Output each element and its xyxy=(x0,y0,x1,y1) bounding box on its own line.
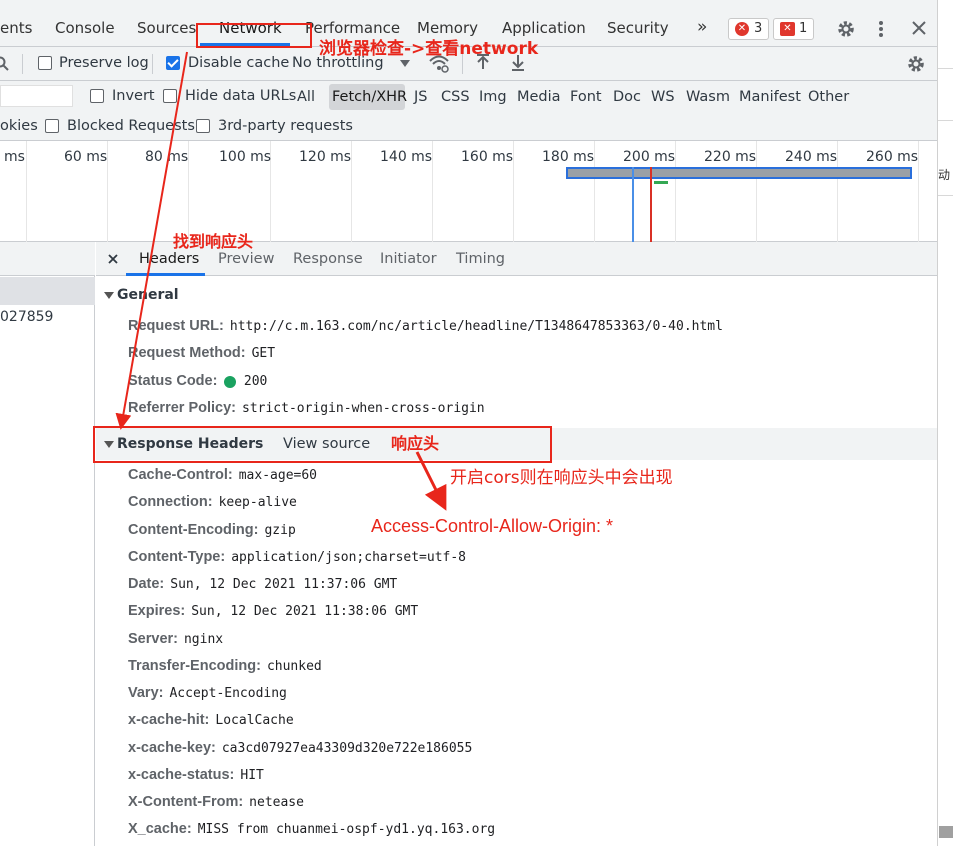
arrow-to-acao xyxy=(415,451,447,511)
annotation-arrows xyxy=(115,51,447,511)
arrow-to-response-headers xyxy=(115,51,188,430)
